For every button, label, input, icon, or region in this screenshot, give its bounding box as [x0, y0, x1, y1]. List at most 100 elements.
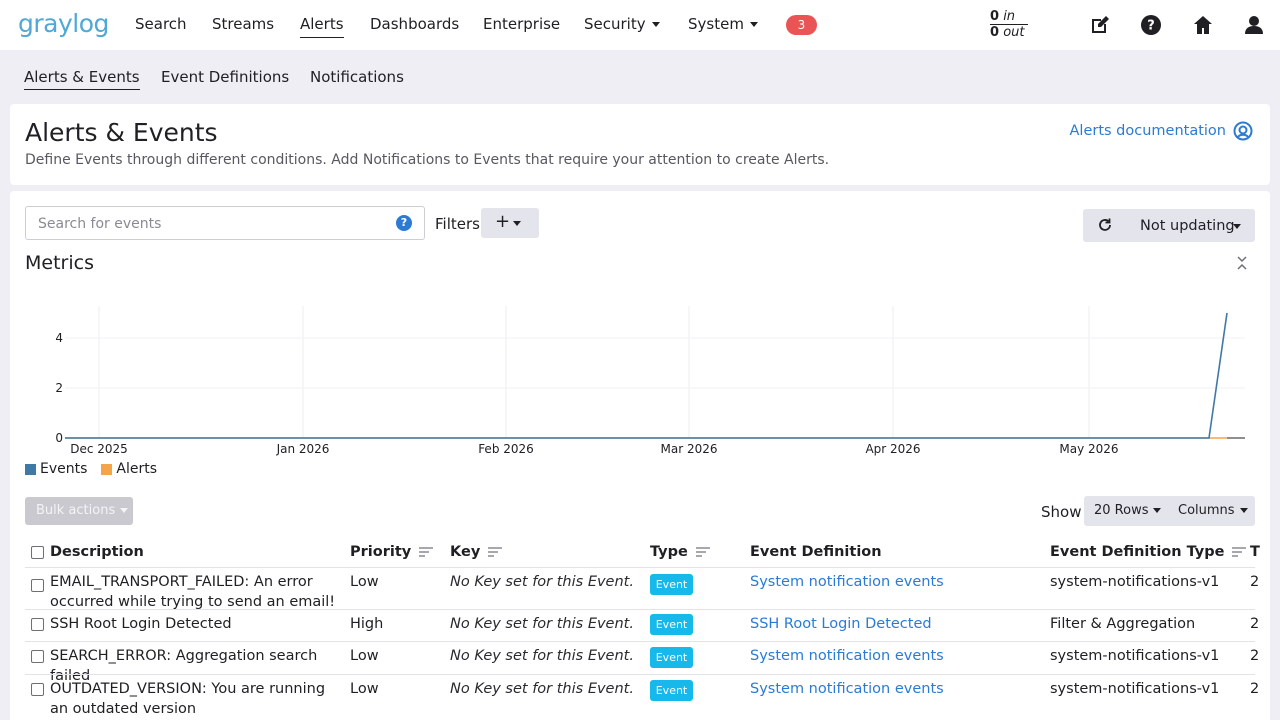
bulk-actions-button[interactable]: Bulk actions: [25, 497, 133, 525]
nav-item-system[interactable]: System: [688, 15, 758, 33]
column-header-key[interactable]: Key: [450, 537, 503, 567]
chevron-down-icon: [513, 221, 521, 226]
svg-text:?: ?: [1147, 19, 1155, 34]
y-tick-label: 2: [55, 381, 63, 395]
collapse-icon[interactable]: [1236, 255, 1248, 271]
nav-item-search[interactable]: Search: [135, 15, 187, 33]
row-checkbox[interactable]: [31, 683, 44, 696]
event-definition-link[interactable]: SSH Root Login Detected: [750, 614, 932, 634]
sort-icon[interactable]: [695, 547, 710, 557]
edit-icon[interactable]: [1089, 14, 1111, 36]
columns-select[interactable]: Columns: [1168, 496, 1255, 526]
event-priority: Low: [350, 681, 379, 697]
page-size-label: 20 Rows: [1094, 503, 1149, 518]
event-description: EMAIL_TRANSPORT_FAILED: An error occurre…: [50, 574, 336, 610]
row-divider: [25, 641, 1255, 642]
row-checkbox[interactable]: [31, 618, 44, 631]
bulk-actions-label: Bulk actions: [36, 503, 116, 518]
throughput-out-label: out: [1003, 25, 1025, 40]
refresh-icon[interactable]: [1097, 217, 1113, 233]
throughput-out-value: 0: [990, 25, 1000, 40]
y-tick-label: 4: [55, 331, 63, 345]
select-all-checkbox[interactable]: [31, 546, 44, 559]
column-header-event-definition[interactable]: Event Definition: [750, 537, 882, 567]
event-description: OUTDATED_VERSION: You are running an out…: [50, 681, 326, 717]
event-priority: Low: [350, 648, 379, 664]
chevron-down-icon: [1239, 508, 1248, 513]
home-icon[interactable]: [1192, 14, 1214, 36]
event-timestamp: 2: [1250, 574, 1260, 590]
x-tick-label: May 2026: [1059, 442, 1118, 456]
event-definition-type: system-notifications-v1: [1050, 681, 1220, 697]
nav-item-streams[interactable]: Streams: [212, 15, 274, 33]
refresh-interval-label[interactable]: Not updating: [1140, 218, 1235, 234]
nav-item-security-label: Security: [584, 15, 646, 33]
event-definition-type: system-notifications-v1: [1050, 574, 1220, 590]
page-size-select[interactable]: 20 Rows: [1084, 496, 1172, 526]
row-divider: [25, 567, 1255, 568]
search-input[interactable]: Search for events ?: [25, 206, 425, 240]
lifebuoy-icon[interactable]: [1233, 121, 1253, 141]
event-key: No Key set for this Event.: [450, 648, 634, 664]
row-checkbox[interactable]: [31, 579, 44, 592]
event-definition-link[interactable]: System notification events: [750, 572, 944, 592]
event-key: No Key set for this Event.: [450, 616, 634, 632]
throughput-indicator[interactable]: 0 in 0 out: [990, 9, 1028, 40]
auto-refresh-control[interactable]: Not updating: [1083, 209, 1255, 242]
help-icon[interactable]: ?: [1140, 14, 1162, 36]
chart-legend: Events Alerts: [25, 461, 157, 477]
x-tick-label: Feb 2026: [478, 442, 534, 456]
column-header-event-definition-type[interactable]: Event Definition Type: [1050, 537, 1247, 567]
column-header-event-definition-type-label: Event Definition Type: [1050, 544, 1225, 560]
events-card: Search for events ? Filters + Not updati…: [10, 191, 1270, 720]
alerts-documentation-link[interactable]: Alerts documentation: [1070, 123, 1227, 139]
column-header-timestamp[interactable]: T: [1250, 537, 1260, 567]
nav-item-enterprise[interactable]: Enterprise: [483, 15, 560, 33]
event-timestamp: 2: [1250, 648, 1260, 664]
row-checkbox[interactable]: [31, 650, 44, 663]
event-priority: High: [350, 616, 384, 632]
x-tick-label: Mar 2026: [661, 442, 718, 456]
sort-icon[interactable]: [419, 547, 434, 557]
column-header-priority[interactable]: Priority: [350, 537, 434, 567]
top-navbar: graylog Search Streams Alerts Dashboards…: [0, 0, 1280, 50]
add-filter-button[interactable]: +: [481, 208, 539, 238]
legend-swatch-events: [25, 463, 36, 475]
page-header-card: Alerts & Events Define Events through di…: [10, 104, 1270, 185]
legend-label-events: Events: [40, 461, 88, 477]
filters-label: Filters: [435, 215, 480, 233]
legend-item-events[interactable]: Events: [25, 461, 87, 477]
sort-icon[interactable]: [488, 547, 503, 557]
sort-icon[interactable]: [1232, 547, 1247, 557]
throughput-in-label: in: [1003, 9, 1016, 24]
event-definition-link[interactable]: System notification events: [750, 679, 944, 699]
event-definition-link[interactable]: System notification events: [750, 646, 944, 666]
user-icon[interactable]: [1243, 14, 1265, 36]
event-definition-type: Filter & Aggregation: [1050, 616, 1196, 632]
column-header-type[interactable]: Type: [650, 537, 710, 567]
nav-item-alerts[interactable]: Alerts: [300, 15, 344, 38]
nav-item-security[interactable]: Security: [584, 15, 660, 33]
subnav-alerts-events[interactable]: Alerts & Events: [24, 68, 140, 90]
plus-icon: +: [495, 211, 511, 232]
column-header-description[interactable]: Description: [50, 537, 144, 567]
x-tick-label: Jan 2026: [276, 442, 330, 456]
nav-item-system-label: System: [688, 15, 744, 33]
legend-item-alerts[interactable]: Alerts: [101, 461, 157, 477]
search-help-icon[interactable]: ?: [396, 215, 412, 231]
subnav-notifications[interactable]: Notifications: [310, 68, 404, 86]
event-definition-type: system-notifications-v1: [1050, 648, 1220, 664]
subnav-event-definitions[interactable]: Event Definitions: [161, 68, 289, 86]
row-divider: [25, 609, 1255, 610]
throughput-in-value: 0: [990, 9, 1000, 24]
event-description: SSH Root Login Detected: [50, 616, 232, 632]
event-key: No Key set for this Event.: [450, 574, 634, 590]
event-type-badge: Event: [650, 680, 693, 701]
nav-item-dashboards[interactable]: Dashboards: [370, 15, 459, 33]
column-header-description-label: Description: [50, 544, 144, 560]
event-key: No Key set for this Event.: [450, 681, 634, 697]
graylog-logo[interactable]: graylog: [18, 9, 109, 38]
notifications-badge[interactable]: 3: [786, 15, 817, 35]
legend-label-alerts: Alerts: [116, 461, 158, 477]
page-title: Alerts & Events: [25, 118, 218, 147]
